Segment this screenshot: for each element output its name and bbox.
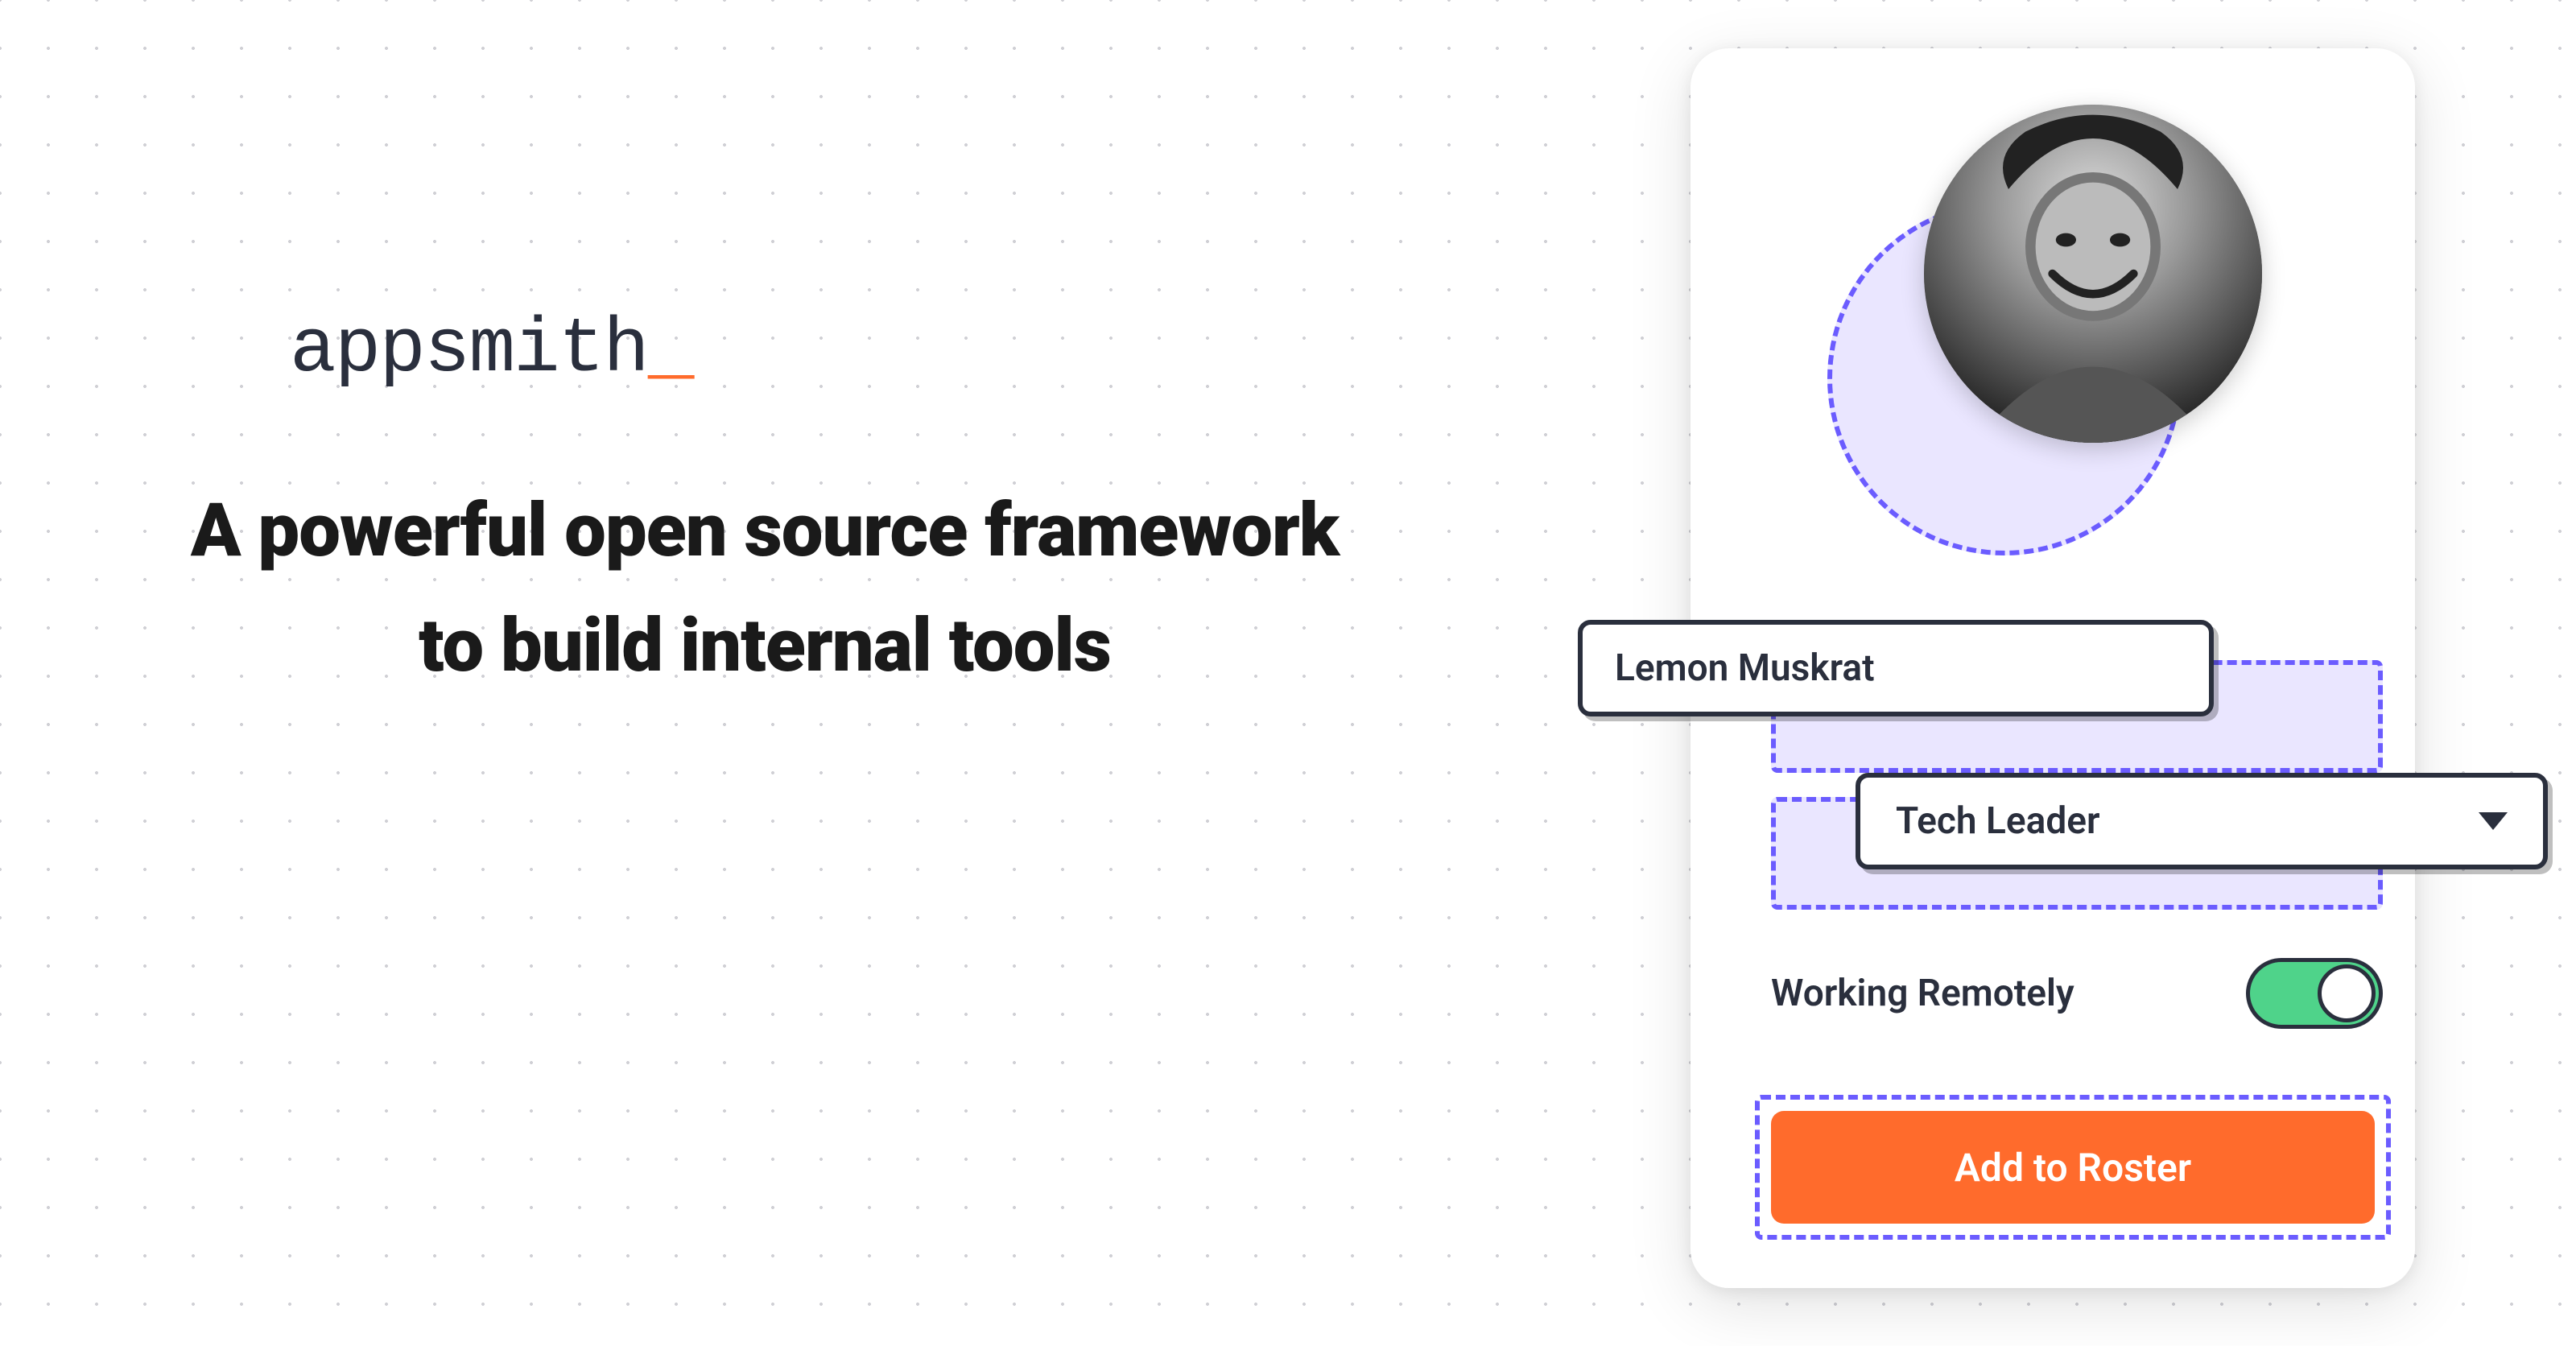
remote-toggle-label: Working Remotely	[1771, 972, 2074, 1015]
avatar-placeholder-icon	[1924, 105, 2262, 443]
avatar-area	[1860, 105, 2246, 491]
brand-cursor-icon: _	[648, 306, 693, 394]
profile-form-card: Lemon Muskrat Tech Leader Working Remote…	[1690, 48, 2415, 1288]
name-input[interactable]: Lemon Muskrat	[1578, 620, 2214, 716]
remote-toggle[interactable]	[2246, 958, 2383, 1029]
add-to-roster-button[interactable]: Add to Roster	[1771, 1111, 2375, 1224]
submit-button-label: Add to Roster	[1955, 1145, 2191, 1191]
tagline-text: A powerful open source framework to buil…	[161, 474, 1368, 704]
brand-name-text: appsmith	[290, 306, 648, 394]
brand-logo: appsmith_	[161, 306, 1368, 394]
role-select[interactable]: Tech Leader	[1856, 773, 2548, 869]
chevron-down-icon	[2479, 812, 2508, 830]
toggle-knob	[2318, 964, 2376, 1022]
avatar	[1924, 105, 2262, 443]
role-select-value: Tech Leader	[1896, 799, 2100, 843]
name-input-value: Lemon Muskrat	[1615, 646, 1875, 690]
